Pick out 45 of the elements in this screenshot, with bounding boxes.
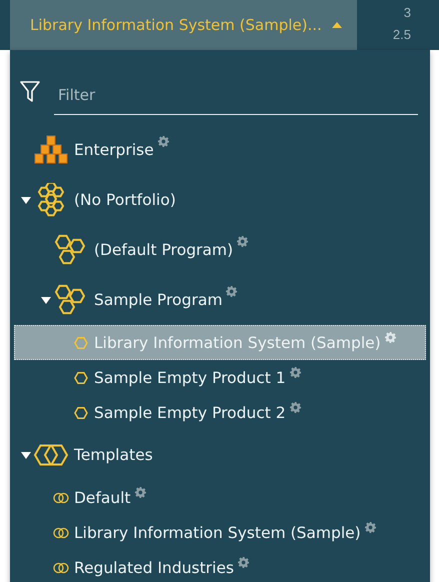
settings-icon[interactable]	[290, 367, 301, 378]
cubes-icon	[33, 134, 69, 166]
tree-item-label: Sample Empty Product 2	[94, 404, 286, 422]
tree-item-label: Default	[74, 488, 131, 506]
tree-item-label: (Default Program)	[94, 241, 234, 259]
settings-icon[interactable]	[134, 487, 146, 498]
settings-icon[interactable]	[290, 402, 301, 413]
linked-rings-icon	[53, 526, 69, 538]
tree-item[interactable]: Default	[14, 480, 426, 515]
hexagon-icon	[73, 336, 89, 350]
filter-icon	[20, 80, 40, 102]
hexagon-icon	[73, 406, 89, 420]
settings-icon[interactable]	[158, 136, 169, 147]
axis-value: 3	[404, 5, 411, 20]
tree-item-label: Library Information System (Sample)	[94, 334, 381, 352]
tree-item-label: Regulated Industries	[74, 558, 234, 576]
tree-item[interactable]: Templates	[14, 430, 426, 480]
tree-item[interactable]: Sample Empty Product 1	[14, 360, 426, 395]
expanded-arrow-icon[interactable]	[21, 452, 31, 458]
filter-field[interactable]: Filter	[54, 80, 418, 115]
tree-item-label: Templates	[74, 446, 153, 464]
caret-icon	[332, 22, 342, 28]
tree-item-label: (No Portfolio)	[74, 191, 176, 209]
settings-icon[interactable]	[364, 522, 376, 533]
settings-icon[interactable]	[238, 557, 249, 568]
tree-item[interactable]: Sample Program	[14, 275, 426, 325]
linked-rings-icon	[53, 562, 69, 574]
tree-item[interactable]: Enterprise	[14, 125, 426, 175]
tree-item[interactable]: (Default Program)	[14, 225, 426, 275]
settings-icon[interactable]	[384, 332, 396, 343]
tree-item[interactable]: Library Information System (Sample)	[14, 515, 426, 550]
axis-value: 2.5	[392, 27, 411, 42]
expanded-arrow-icon[interactable]	[41, 296, 51, 304]
settings-icon[interactable]	[226, 286, 238, 297]
tree-item[interactable]: Sample Empty Product 2	[14, 395, 426, 430]
linked-rings-icon	[53, 492, 69, 504]
hexagon-icon	[73, 370, 89, 384]
tree-item[interactable]: Regulated Industries	[14, 550, 426, 582]
settings-icon[interactable]	[237, 236, 248, 247]
tree-item-label: Library Information System (Sample)	[74, 524, 361, 542]
tree-item-label: Sample Empty Product 1	[94, 368, 286, 386]
tree-item-label: Sample Program	[94, 291, 222, 309]
tree-item[interactable]: (No Portfolio)	[14, 175, 426, 225]
expanded-arrow-icon[interactable]	[21, 196, 31, 204]
tree-item-label: Enterprise	[74, 141, 154, 159]
